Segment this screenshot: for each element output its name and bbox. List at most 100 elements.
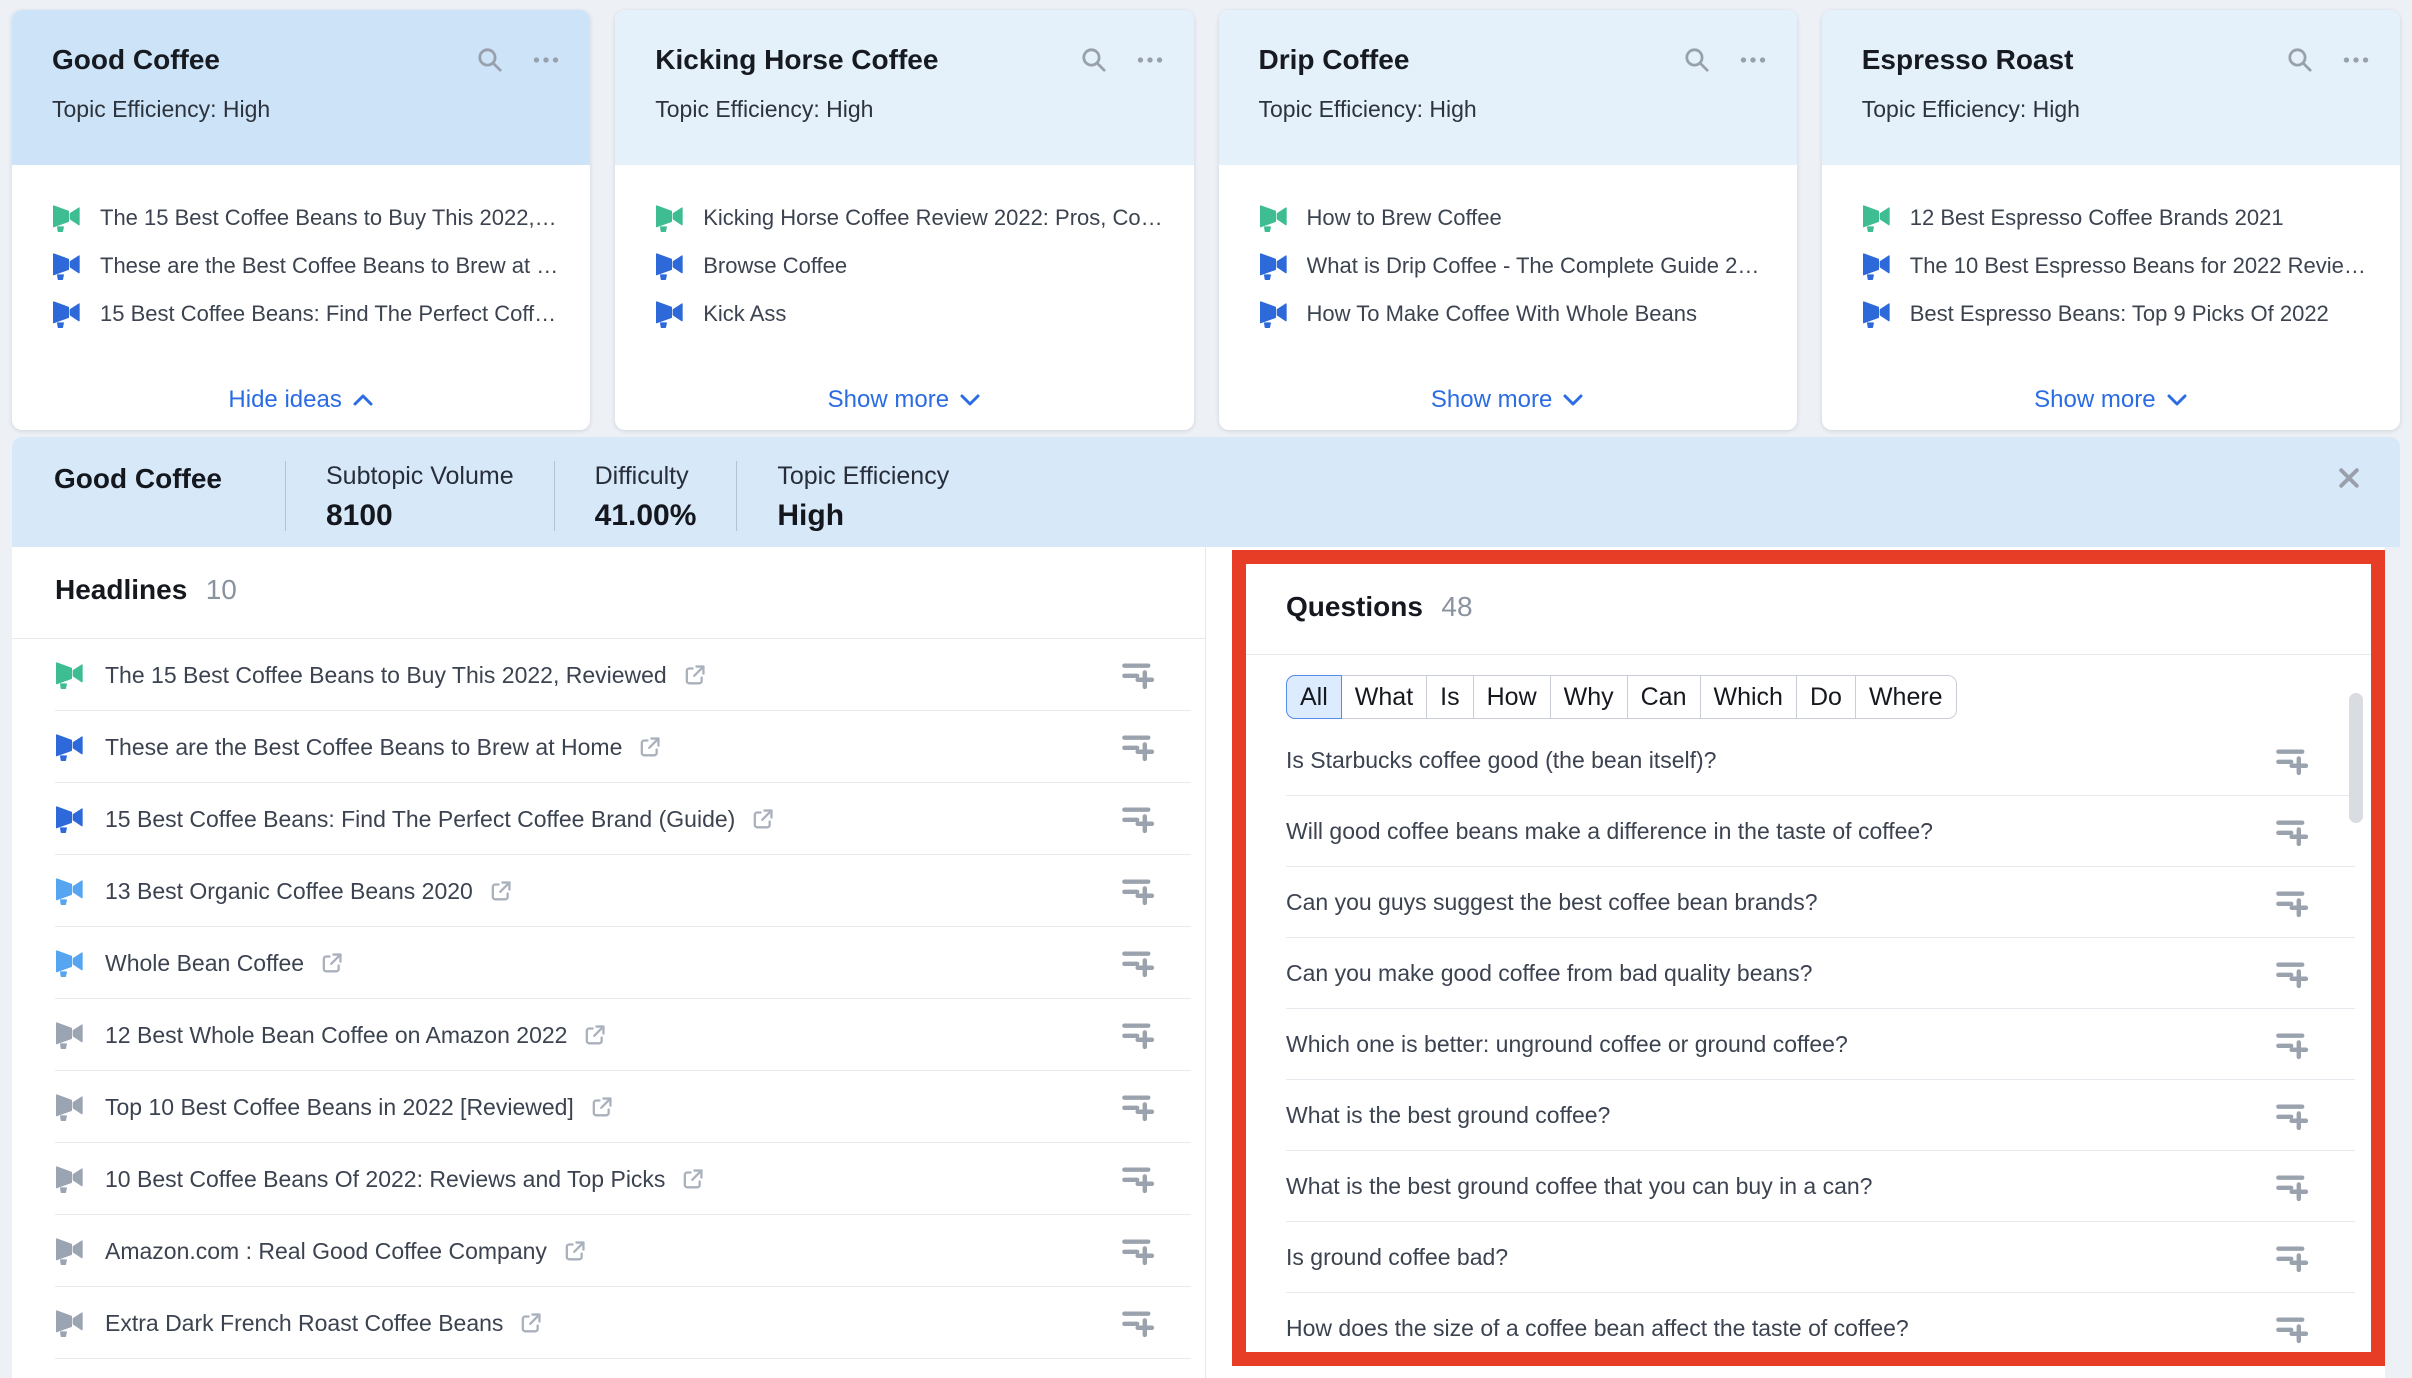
megaphone-icon — [655, 204, 685, 232]
add-to-list-icon[interactable] — [2275, 815, 2309, 849]
card-toggle-link[interactable]: Show more — [615, 383, 1193, 417]
add-to-list-icon[interactable] — [2275, 1028, 2309, 1062]
external-link-icon[interactable] — [563, 1240, 586, 1263]
question-row: Can you make good coffee from bad qualit… — [1246, 938, 2371, 1009]
external-link-icon[interactable] — [683, 664, 706, 687]
card-headline-text: 15 Best Coffee Beans: Find The Perfect C… — [100, 301, 562, 327]
question-filter-chip[interactable]: Where — [1855, 675, 1957, 719]
external-link-icon[interactable] — [519, 1312, 542, 1335]
add-to-list-icon[interactable] — [1121, 1090, 1155, 1124]
add-to-list-icon[interactable] — [2275, 957, 2309, 991]
topic-card-body: Kicking Horse Coffee Review 2022: Pros, … — [615, 165, 1193, 430]
more-options-icon[interactable] — [2342, 46, 2370, 74]
external-link-icon[interactable] — [751, 808, 774, 831]
external-link-icon[interactable] — [681, 1168, 704, 1191]
topic-card-body: The 15 Best Coffee Beans to Buy This 202… — [12, 165, 590, 430]
megaphone-icon — [1259, 204, 1289, 232]
headline-text: 10 Best Coffee Beans Of 2022: Reviews an… — [105, 1166, 665, 1193]
question-filter-chip[interactable]: Can — [1627, 675, 1701, 719]
card-headline-text: How to Brew Coffee — [1307, 205, 1502, 231]
content-panel: Headlines 10 The 15 Best Coffee Beans to… — [12, 547, 2385, 1378]
stat-group: Topic Efficiency High — [777, 461, 949, 533]
card-headline-idea: Best Espresso Beans: Top 9 Picks Of 2022 — [1862, 290, 2372, 338]
question-text: Will good coffee beans make a difference… — [1286, 818, 1933, 845]
question-filter-chip[interactable]: How — [1473, 675, 1551, 719]
add-to-list-icon[interactable] — [1121, 874, 1155, 908]
chevron-down-icon — [1562, 393, 1584, 407]
add-to-list-icon[interactable] — [1121, 802, 1155, 836]
search-icon[interactable] — [2286, 46, 2314, 74]
question-filter-chip[interactable]: Is — [1426, 675, 1473, 719]
question-filter-chip[interactable]: What — [1341, 675, 1427, 719]
search-icon[interactable] — [1080, 46, 1108, 74]
question-text: Can you guys suggest the best coffee bea… — [1286, 889, 1818, 916]
search-icon[interactable] — [1683, 46, 1711, 74]
card-toggle-label: Hide ideas — [228, 386, 341, 414]
external-link-icon[interactable] — [638, 736, 661, 759]
add-to-list-icon[interactable] — [2275, 1312, 2309, 1346]
topic-card-title: Espresso Roast — [1862, 44, 2258, 76]
stat-value: High — [777, 499, 949, 533]
more-options-icon[interactable] — [532, 46, 560, 74]
card-headline-text: What is Drip Coffee - The Complete Guide… — [1307, 253, 1769, 279]
topic-card[interactable]: Drip Coffee Topic Efficiency: High — [1219, 10, 1797, 430]
external-link-icon[interactable] — [489, 880, 512, 903]
card-toggle-link[interactable]: Show more — [1219, 383, 1797, 417]
close-icon[interactable] — [2336, 465, 2362, 491]
add-to-list-icon[interactable] — [2275, 744, 2309, 778]
add-to-list-icon[interactable] — [1121, 658, 1155, 692]
topic-card-header: Kicking Horse Coffee Topic Efficiency: H… — [615, 10, 1193, 165]
megaphone-icon — [655, 252, 685, 280]
megaphone-icon — [1862, 252, 1892, 280]
external-link-icon[interactable] — [320, 952, 343, 975]
topic-card[interactable]: Espresso Roast Topic Efficiency: High — [1822, 10, 2400, 430]
card-toggle-link[interactable]: Show more — [1822, 383, 2400, 417]
question-filter-chip[interactable]: All — [1286, 675, 1342, 719]
external-link-icon[interactable] — [590, 1096, 613, 1119]
megaphone-icon — [655, 300, 685, 328]
add-to-list-icon[interactable] — [2275, 1170, 2309, 1204]
stat-group: Subtopic Volume 8100 — [326, 461, 514, 533]
question-filter-chip[interactable]: Which — [1700, 675, 1797, 719]
topic-efficiency-label: Topic Efficiency: High — [1862, 96, 2370, 123]
card-headline-idea: These are the Best Coffee Beans to Brew … — [52, 242, 562, 290]
topic-card-body: How to Brew Coffee What is Drip Coffee -… — [1219, 165, 1797, 430]
question-filter-chip[interactable]: Why — [1550, 675, 1628, 719]
headline-text: These are the Best Coffee Beans to Brew … — [105, 734, 622, 761]
scrollbar-thumb[interactable] — [2349, 693, 2363, 823]
card-headline-idea: Kicking Horse Coffee Review 2022: Pros, … — [655, 194, 1165, 242]
search-icon[interactable] — [476, 46, 504, 74]
more-options-icon[interactable] — [1136, 46, 1164, 74]
add-to-list-icon[interactable] — [1121, 1162, 1155, 1196]
questions-count: 48 — [1441, 591, 1472, 622]
megaphone-icon — [55, 805, 85, 833]
topic-card[interactable]: Kicking Horse Coffee Topic Efficiency: H… — [615, 10, 1193, 430]
add-to-list-icon[interactable] — [1121, 1306, 1155, 1340]
card-headline-idea: The 10 Best Espresso Beans for 2022 Revi… — [1862, 242, 2372, 290]
external-link-icon[interactable] — [583, 1024, 606, 1047]
stats-divider — [736, 461, 737, 531]
more-options-icon[interactable] — [1739, 46, 1767, 74]
cards-row: Good Coffee Topic Efficiency: High — [12, 10, 2400, 430]
card-headline-text: Browse Coffee — [703, 253, 847, 279]
add-to-list-icon[interactable] — [2275, 1099, 2309, 1133]
stat-value: 8100 — [326, 499, 514, 533]
add-to-list-icon[interactable] — [2275, 1241, 2309, 1275]
topic-card[interactable]: Good Coffee Topic Efficiency: High — [12, 10, 590, 430]
add-to-list-icon[interactable] — [1121, 1234, 1155, 1268]
question-row: Is ground coffee bad? — [1246, 1222, 2371, 1293]
question-text: Which one is better: unground coffee or … — [1286, 1031, 1848, 1058]
headlines-header: Headlines 10 — [12, 547, 1205, 612]
question-filter-chip[interactable]: Do — [1796, 675, 1856, 719]
megaphone-icon — [52, 252, 82, 280]
card-toggle-link[interactable]: Hide ideas — [12, 383, 590, 417]
add-to-list-icon[interactable] — [1121, 730, 1155, 764]
card-headline-idea: Browse Coffee — [655, 242, 1165, 290]
headline-row: 15 Best Coffee Beans: Find The Perfect C… — [12, 783, 1205, 855]
add-to-list-icon[interactable] — [1121, 1018, 1155, 1052]
card-headline-idea: What is Drip Coffee - The Complete Guide… — [1259, 242, 1769, 290]
add-to-list-icon[interactable] — [1121, 946, 1155, 980]
add-to-list-icon[interactable] — [2275, 886, 2309, 920]
question-row: What is the best ground coffee that you … — [1246, 1151, 2371, 1222]
megaphone-icon — [1259, 300, 1289, 328]
